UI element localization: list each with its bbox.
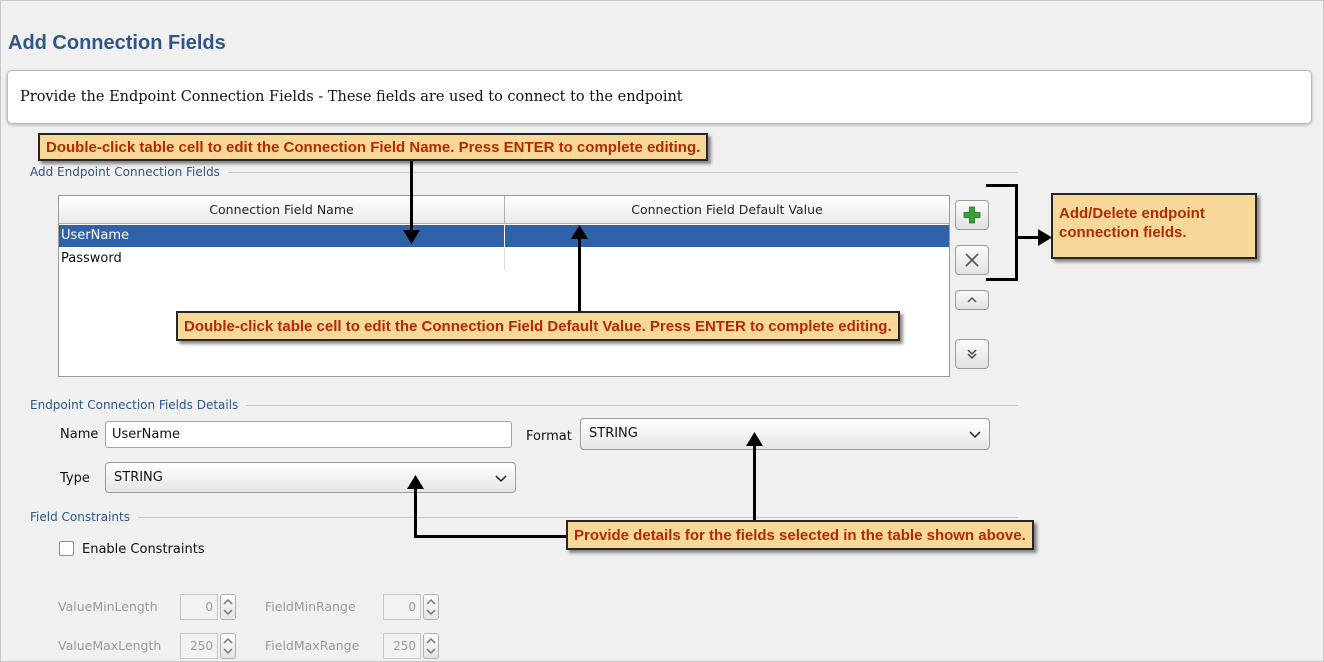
format-dropdown[interactable]: STRING bbox=[580, 418, 990, 450]
enable-constraints-label: Enable Constraints bbox=[82, 542, 205, 557]
annotation-arrow-shaft bbox=[753, 445, 756, 520]
callout-add-delete: Add/Delete endpoint connection fields. bbox=[1051, 193, 1257, 259]
enable-constraints-checkbox[interactable] bbox=[59, 541, 74, 556]
double-chevron-down-icon bbox=[967, 349, 977, 360]
value-min-length-label: ValueMinLength bbox=[58, 599, 158, 614]
field-max-range-field[interactable]: 250 bbox=[383, 633, 421, 659]
spinner-arrows-icon bbox=[426, 598, 436, 616]
table-row[interactable]: Password bbox=[59, 248, 949, 270]
callout-name-edit: Double-click table cell to edit the Conn… bbox=[38, 133, 709, 161]
arrow-down-icon bbox=[403, 230, 420, 244]
value-max-length-label: ValueMaxLength bbox=[58, 638, 162, 653]
name-field[interactable]: UserName bbox=[105, 421, 512, 448]
arrow-up-icon bbox=[407, 475, 424, 489]
section-label-constraints: Field Constraints bbox=[30, 510, 138, 524]
column-header-default-value[interactable]: Connection Field Default Value bbox=[505, 196, 949, 224]
annotation-bracket bbox=[986, 278, 1018, 281]
value-min-length-spinner[interactable] bbox=[220, 594, 236, 620]
arrow-up-icon bbox=[746, 432, 763, 446]
arrow-right-icon bbox=[1038, 229, 1052, 246]
table-cell-default-value[interactable] bbox=[505, 248, 949, 270]
callout-details: Provide details for the fields selected … bbox=[566, 520, 1034, 550]
name-label: Name bbox=[60, 427, 99, 442]
section-label-details: Endpoint Connection Fields Details bbox=[30, 398, 247, 412]
annotation-arrow-shaft bbox=[410, 160, 413, 235]
value-min-length-field[interactable]: 0 bbox=[180, 594, 218, 620]
chevron-down-icon bbox=[495, 475, 507, 483]
move-down-button[interactable] bbox=[955, 339, 989, 369]
chevron-up-icon bbox=[967, 296, 977, 303]
connection-fields-table[interactable]: Connection Field Name Connection Field D… bbox=[58, 195, 950, 377]
type-value: STRING bbox=[114, 470, 163, 485]
column-header-field-name[interactable]: Connection Field Name bbox=[59, 196, 505, 224]
annotation-arrow-shaft bbox=[1018, 236, 1040, 239]
table-row[interactable]: UserName bbox=[59, 225, 949, 247]
callout-default-value-edit: Double-click table cell to edit the Conn… bbox=[176, 311, 900, 341]
plus-icon bbox=[963, 206, 981, 224]
annotation-arrow-shaft bbox=[578, 238, 581, 314]
annotation-bracket bbox=[1015, 184, 1018, 281]
field-max-range-label: FieldMaxRange bbox=[265, 638, 360, 653]
field-max-range-spinner[interactable] bbox=[423, 633, 439, 659]
spinner-arrows-icon bbox=[223, 598, 233, 616]
arrow-up-icon bbox=[571, 225, 588, 239]
type-label: Type bbox=[60, 471, 90, 486]
close-icon bbox=[965, 253, 979, 267]
page-title: Add Connection Fields bbox=[8, 32, 226, 54]
chevron-down-icon bbox=[969, 431, 981, 439]
table-cell-field-name[interactable]: Password bbox=[59, 248, 505, 270]
format-label: Format bbox=[526, 429, 572, 444]
table-cell-field-name[interactable]: UserName bbox=[59, 225, 505, 247]
page-description: Provide the Endpoint Connection Fields -… bbox=[20, 89, 683, 105]
type-dropdown[interactable]: STRING bbox=[105, 462, 516, 493]
move-up-button[interactable] bbox=[955, 290, 989, 310]
annotation-arrow-shaft bbox=[414, 488, 417, 538]
field-min-range-label: FieldMinRange bbox=[265, 599, 356, 614]
annotation-arrow-shaft bbox=[414, 535, 570, 538]
value-max-length-field[interactable]: 250 bbox=[180, 633, 218, 659]
value-max-length-spinner[interactable] bbox=[220, 633, 236, 659]
spinner-arrows-icon bbox=[426, 637, 436, 655]
field-min-range-field[interactable]: 0 bbox=[383, 594, 421, 620]
field-min-range-spinner[interactable] bbox=[423, 594, 439, 620]
section-label-add-fields: Add Endpoint Connection Fields bbox=[30, 165, 228, 179]
annotation-bracket bbox=[986, 184, 1018, 187]
add-field-button[interactable] bbox=[955, 200, 989, 230]
delete-field-button[interactable] bbox=[955, 245, 989, 275]
spinner-arrows-icon bbox=[223, 637, 233, 655]
format-value: STRING bbox=[589, 426, 638, 441]
section-divider bbox=[30, 517, 1018, 518]
